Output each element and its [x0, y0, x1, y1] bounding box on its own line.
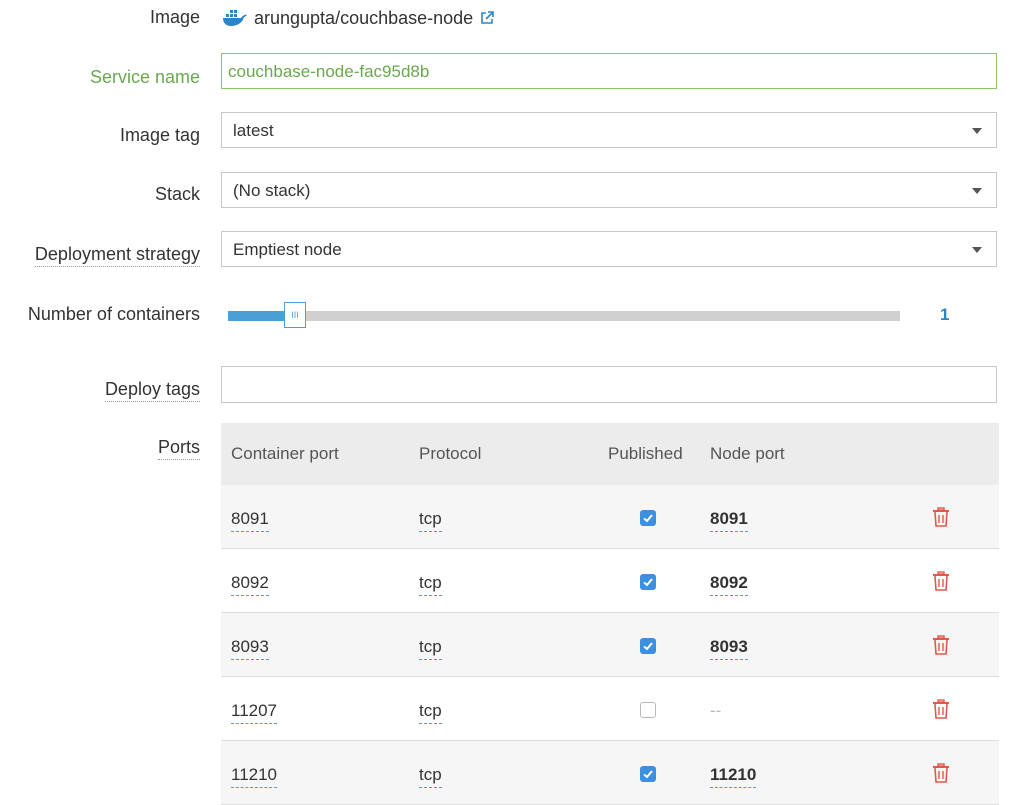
published-checkbox[interactable] — [640, 638, 656, 654]
header-container-port: Container port — [231, 444, 339, 463]
published-checkbox[interactable] — [640, 510, 656, 526]
protocol-value[interactable]: tcp — [419, 509, 442, 532]
stack-select[interactable]: (No stack) — [221, 172, 997, 208]
port-row: 8092 tcp 8092 — [221, 549, 999, 613]
container-port-value[interactable]: 11210 — [231, 765, 278, 788]
port-row: 11207 tcp -- — [221, 677, 999, 741]
deploy-tags-label: Deploy tags — [104, 379, 200, 402]
image-label: Image — [149, 7, 200, 27]
trash-icon[interactable] — [932, 699, 950, 719]
published-checkbox[interactable] — [640, 574, 656, 590]
header-protocol: Protocol — [419, 444, 482, 463]
port-row: 8093 tcp 8093 — [221, 613, 999, 677]
image-value: arungupta/couchbase-node — [222, 6, 495, 30]
ports-label: Ports — [157, 437, 200, 460]
containers-slider-handle[interactable]: III — [284, 302, 306, 328]
node-port-value[interactable]: 8092 — [710, 573, 748, 596]
docker-whale-icon — [222, 9, 248, 27]
service-name-value: couchbase-node-fac95d8b — [228, 62, 430, 81]
protocol-value[interactable]: tcp — [419, 637, 442, 660]
container-port-value[interactable]: 8092 — [231, 573, 269, 596]
deployment-strategy-label: Deployment strategy — [34, 244, 200, 267]
chevron-down-icon — [972, 188, 982, 194]
port-row: 11210 tcp 11210 — [221, 741, 999, 805]
containers-count: 1 — [940, 305, 950, 324]
number-of-containers-label: Number of containers — [27, 304, 200, 324]
container-port-value[interactable]: 8091 — [231, 509, 269, 532]
deployment-strategy-value: Emptiest node — [233, 240, 342, 259]
ports-table-header: Container port Protocol Published Node p… — [221, 423, 999, 485]
trash-icon[interactable] — [932, 507, 950, 527]
ports-table: Container port Protocol Published Node p… — [221, 423, 999, 805]
header-published: Published — [608, 444, 683, 463]
stack-value: (No stack) — [233, 181, 311, 200]
image-tag-value: latest — [233, 121, 274, 140]
protocol-value[interactable]: tcp — [419, 573, 442, 596]
container-port-value[interactable]: 8093 — [231, 637, 269, 660]
protocol-value[interactable]: tcp — [419, 765, 442, 788]
port-row: 8091 tcp 8091 — [221, 485, 999, 549]
trash-icon[interactable] — [932, 635, 950, 655]
image-tag-select[interactable]: latest — [221, 112, 997, 148]
published-checkbox[interactable] — [640, 702, 656, 718]
service-name-label: Service name — [89, 67, 200, 87]
deployment-strategy-select[interactable]: Emptiest node — [221, 231, 997, 267]
node-port-value[interactable]: 11210 — [710, 765, 757, 788]
header-node-port: Node port — [710, 444, 785, 463]
containers-slider-track[interactable] — [228, 311, 900, 321]
node-port-value[interactable]: 8093 — [710, 637, 748, 660]
trash-icon[interactable] — [932, 571, 950, 591]
external-link-icon[interactable] — [479, 10, 495, 26]
published-checkbox[interactable] — [640, 766, 656, 782]
deploy-tags-input[interactable] — [221, 366, 997, 403]
container-port-value[interactable]: 11207 — [231, 701, 278, 724]
ports-table-body: 8091 tcp 8091 8092 tcp 8092 8093 tcp 8093 11207 tc… — [221, 485, 999, 805]
protocol-value[interactable]: tcp — [419, 701, 442, 724]
chevron-down-icon — [972, 247, 982, 253]
image-tag-label: Image tag — [119, 125, 200, 145]
trash-icon[interactable] — [932, 763, 950, 783]
stack-label: Stack — [154, 184, 200, 204]
node-port-value: -- — [710, 701, 722, 720]
service-name-input[interactable]: couchbase-node-fac95d8b — [221, 53, 997, 89]
image-name[interactable]: arungupta/couchbase-node — [254, 8, 473, 29]
node-port-value[interactable]: 8091 — [710, 509, 748, 532]
chevron-down-icon — [972, 128, 982, 134]
